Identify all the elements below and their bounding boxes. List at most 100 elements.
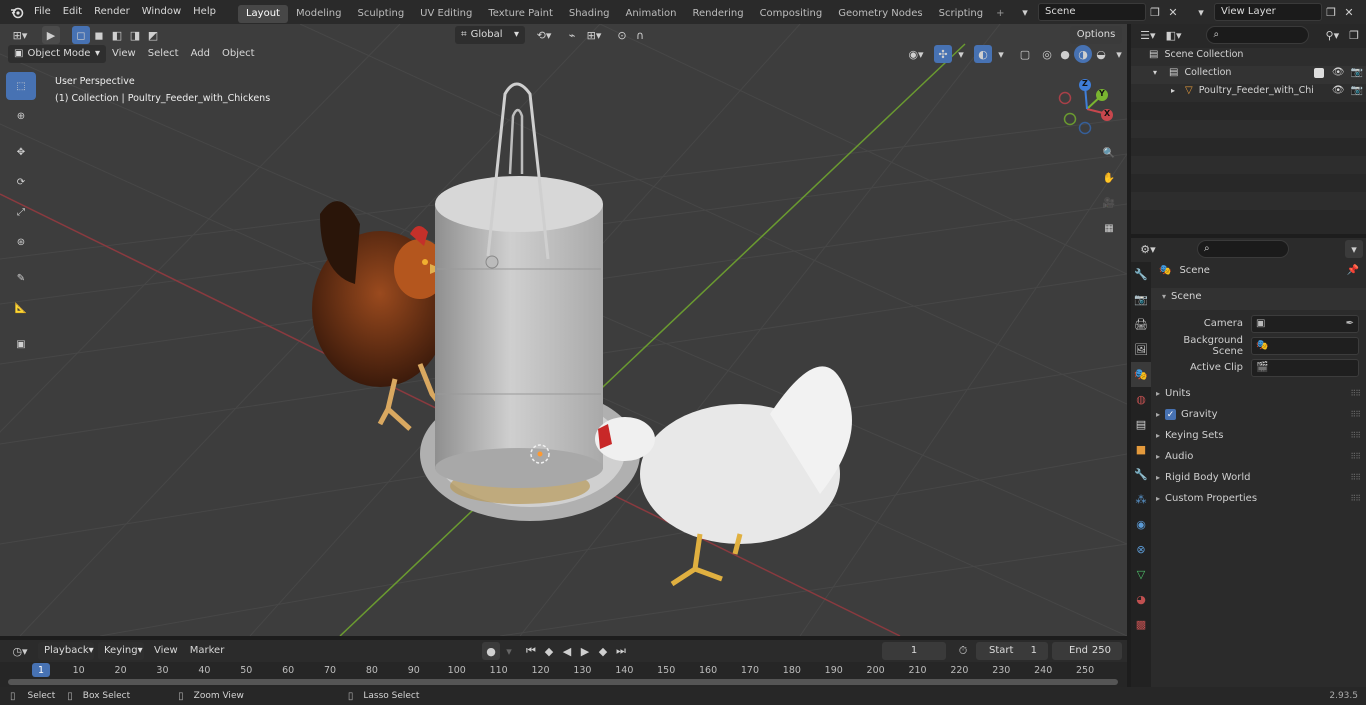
outliner-search-input[interactable]: ⌕ xyxy=(1206,26,1310,44)
tab-scripting[interactable]: Scripting xyxy=(931,5,991,23)
render-tab-icon[interactable]: 📷 xyxy=(1131,287,1151,312)
exclude-checkbox[interactable] xyxy=(1313,67,1324,78)
camera-field[interactable]: ▣ ✒ xyxy=(1251,314,1359,333)
cursor-tool-icon[interactable]: ⊕ xyxy=(6,102,36,130)
falloff-icon[interactable]: ∩ xyxy=(631,26,649,44)
add-cube-tool-icon[interactable]: ▣ xyxy=(6,330,36,358)
keying-sets-panel-header[interactable]: ▸ Keying Sets ⠿⠿ xyxy=(1151,425,1366,446)
snap-target-icon[interactable]: ⊞▾ xyxy=(581,26,607,44)
scene-tab-icon[interactable]: 🎭 xyxy=(1131,362,1151,387)
transform-orientation-dropdown[interactable]: ⌗ Global ▾ xyxy=(455,26,525,44)
select-intersect-icon[interactable]: ◩ xyxy=(144,26,162,44)
viewport-menu-view[interactable]: View xyxy=(106,45,142,63)
measure-tool-icon[interactable]: 📐 xyxy=(6,294,36,322)
mode-dropdown[interactable]: ▣ Object Mode ▾ xyxy=(8,45,106,63)
tool-tab-icon[interactable]: 🔧 xyxy=(1131,262,1151,287)
data-tab-icon[interactable]: ▽ xyxy=(1131,562,1151,587)
tab-geometry-nodes[interactable]: Geometry Nodes xyxy=(830,5,930,23)
tab-uv-editing[interactable]: UV Editing xyxy=(412,5,480,23)
rendered-shading-icon[interactable]: ◒ xyxy=(1092,45,1110,63)
select-invert-icon[interactable]: ◨ xyxy=(126,26,144,44)
world-tab-icon[interactable]: ◍ xyxy=(1131,387,1151,412)
perspective-grid-icon[interactable]: ▦ xyxy=(1098,217,1120,239)
eye-icon[interactable]: 👁 xyxy=(1332,67,1345,78)
new-view-layer-icon[interactable]: ❐ xyxy=(1322,3,1340,21)
view-layer-icon[interactable]: ▾ xyxy=(1188,3,1214,21)
drag-grip-icon[interactable]: ⠿⠿ xyxy=(1350,431,1361,440)
active-clip-field[interactable]: 🎬 xyxy=(1251,358,1359,377)
rotate-tool-icon[interactable]: ⟳ xyxy=(6,168,36,196)
jump-end-icon[interactable]: ⏭ xyxy=(612,642,630,660)
keying-menu[interactable]: Keying ▾ xyxy=(98,642,144,660)
audio-panel-header[interactable]: ▸ Audio ⠿⠿ xyxy=(1151,446,1366,467)
viewport-menu-add[interactable]: Add xyxy=(185,45,216,63)
3d-viewport[interactable]: ⊞▾ ▶ ◻ ◼ ◧ ◨ ◩ ⌗ Global ▾ ⟲▾ ⌁ ⊞▾ ⊙ ∩ Op… xyxy=(0,24,1127,636)
tab-layout[interactable]: Layout xyxy=(237,4,288,23)
material-shading-icon[interactable]: ◑ xyxy=(1074,45,1092,63)
editor-type-icon[interactable]: ⊞▾ xyxy=(6,26,34,44)
tab-animation[interactable]: Animation xyxy=(618,5,685,23)
background-scene-field[interactable]: 🎭 xyxy=(1251,336,1359,355)
particles-tab-icon[interactable]: ⁂ xyxy=(1131,487,1151,512)
transform-tool-icon[interactable]: ⊛ xyxy=(6,228,36,256)
properties-options-icon[interactable]: ▾ xyxy=(1345,240,1363,258)
scene-name-field[interactable]: Scene xyxy=(1038,3,1146,21)
viewport-menu-object[interactable]: Object xyxy=(216,45,261,63)
navigation-gizmo[interactable]: Y X Z xyxy=(1055,79,1120,139)
camera-view-icon[interactable]: 🎥 xyxy=(1098,192,1120,214)
drag-grip-icon[interactable]: ⠿⠿ xyxy=(1350,389,1361,398)
custom-properties-panel-header[interactable]: ▸ Custom Properties ⠿⠿ xyxy=(1151,488,1366,509)
gravity-panel-header[interactable]: ▸ ✓ Gravity ⠿⠿ xyxy=(1151,404,1366,425)
snap-icon[interactable]: ⌁ xyxy=(563,26,581,44)
drag-grip-icon[interactable]: ⠿⠿ xyxy=(1350,452,1361,461)
end-frame-field[interactable]: End 250 xyxy=(1052,642,1122,660)
outliner-editor-type-icon[interactable]: ☰▾ xyxy=(1135,26,1161,44)
pin-icon[interactable]: 📌 xyxy=(1347,265,1359,276)
jump-start-icon[interactable]: ⏮ xyxy=(522,642,540,660)
menu-help[interactable]: Help xyxy=(187,0,222,24)
timeline-editor-type-icon[interactable]: ◷▾ xyxy=(6,642,34,660)
timeline-menu-view[interactable]: View xyxy=(148,642,184,660)
solid-shading-icon[interactable]: ● xyxy=(1056,45,1074,63)
play-icon[interactable]: ▶ xyxy=(576,642,594,660)
select-extend-icon[interactable]: ◼ xyxy=(90,26,108,44)
new-scene-icon[interactable]: ❐ xyxy=(1146,3,1164,21)
menu-render[interactable]: Render xyxy=(88,0,136,24)
expand-arrow-icon[interactable]: ▸ xyxy=(1171,86,1183,95)
collection-tab-icon[interactable]: ▤ xyxy=(1131,412,1151,437)
eyedropper-icon[interactable]: ✒ xyxy=(1346,318,1354,329)
blender-logo-icon[interactable] xyxy=(6,3,28,21)
expand-arrow-icon[interactable]: ▾ xyxy=(1153,68,1165,77)
stopwatch-icon[interactable]: ⏱ xyxy=(954,642,972,660)
wireframe-shading-icon[interactable]: ◎ xyxy=(1038,45,1056,63)
annotate-tool-icon[interactable]: ✎ xyxy=(6,264,36,292)
select-subtract-icon[interactable]: ◧ xyxy=(108,26,126,44)
menu-edit[interactable]: Edit xyxy=(57,0,88,24)
view-layer-field[interactable]: View Layer xyxy=(1214,3,1322,21)
modifier-tab-icon[interactable]: 🔧 xyxy=(1131,462,1151,487)
auto-keying-icon[interactable]: ● xyxy=(482,642,500,660)
move-tool-icon[interactable]: ✥ xyxy=(6,138,36,166)
options-button[interactable]: Options xyxy=(1070,26,1122,44)
visibility-icon[interactable]: ◉▾ xyxy=(902,45,930,63)
outliner-row-object[interactable]: ▸ ▽ Poultry_Feeder_with_Chi 👁 📷 xyxy=(1171,85,1363,96)
playback-menu[interactable]: Playback ▾ xyxy=(38,642,94,660)
object-tab-icon[interactable]: ■ xyxy=(1131,437,1151,462)
camera-icon[interactable]: 📷 xyxy=(1351,67,1363,78)
pivot-point-icon[interactable]: ⟲▾ xyxy=(531,26,557,44)
gizmo-dropdown-icon[interactable]: ▾ xyxy=(952,45,970,63)
proportional-edit-icon[interactable]: ⊙ xyxy=(613,26,631,44)
scene-panel-header[interactable]: ▾ Scene xyxy=(1157,291,1362,302)
tab-compositing[interactable]: Compositing xyxy=(752,5,831,23)
scale-tool-icon[interactable]: ⤢ xyxy=(6,198,36,226)
constraints-tab-icon[interactable]: ⊗ xyxy=(1131,537,1151,562)
drag-grip-icon[interactable]: ⠿⠿ xyxy=(1350,410,1361,419)
tab-texture-paint[interactable]: Texture Paint xyxy=(480,5,561,23)
delete-view-layer-icon[interactable]: ✕ xyxy=(1340,3,1358,21)
add-workspace-button[interactable]: + xyxy=(991,5,1009,23)
properties-editor-type-icon[interactable]: ⚙▾ xyxy=(1135,240,1161,258)
timeline-scrollbar[interactable] xyxy=(8,679,1118,685)
pan-hand-icon[interactable]: ✋ xyxy=(1098,167,1120,189)
start-frame-field[interactable]: Start 1 xyxy=(976,642,1048,660)
gizmo-toggle-icon[interactable]: ✣ xyxy=(934,45,952,63)
